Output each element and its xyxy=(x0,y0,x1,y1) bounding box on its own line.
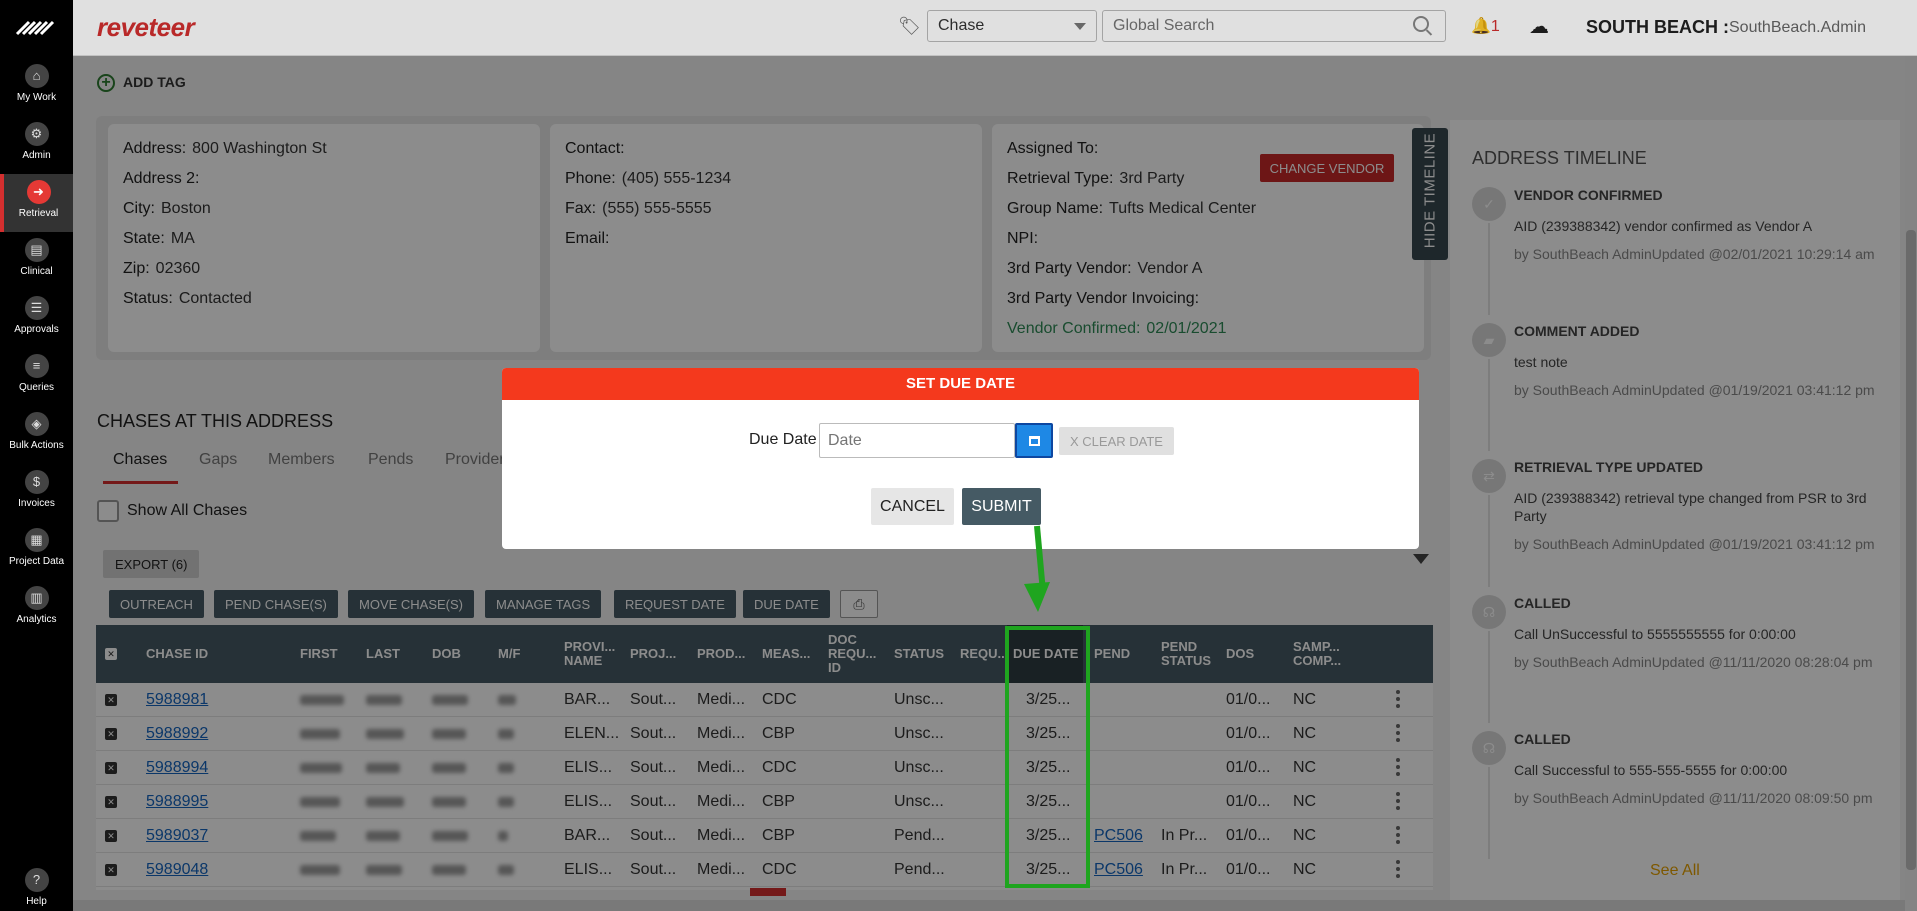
due-date-column-highlight xyxy=(1005,626,1090,888)
due-date-label: Due Date xyxy=(749,431,817,448)
nav-item-invoices[interactable]: $ Invoices xyxy=(0,464,73,522)
nav-item-label: Analytics xyxy=(16,614,57,625)
annotation-arrow xyxy=(1024,525,1050,612)
layers-icon: ◈ xyxy=(24,412,49,436)
set-due-date-modal: SET DUE DATE Due Date X CLEAR DATE CANCE… xyxy=(502,368,1419,549)
dollar-icon: $ xyxy=(24,470,49,494)
nav-item-retrieval[interactable]: ➜ Retrieval xyxy=(0,174,73,232)
checklist-icon: ☰ xyxy=(24,296,49,320)
gear-icon: ⚙ xyxy=(24,122,49,146)
list-icon: ≡ xyxy=(24,354,49,378)
nav-item-label: Bulk Actions xyxy=(9,440,64,451)
nav-item-label: Admin xyxy=(22,150,51,161)
nav-item-label: Queries xyxy=(18,382,54,393)
nav-item-label: Approvals xyxy=(14,324,59,335)
calendar-icon xyxy=(1029,436,1040,446)
submit-button[interactable]: SUBMIT xyxy=(962,488,1041,525)
logo-icon[interactable] xyxy=(15,16,57,40)
nav-item-label: Project Data xyxy=(8,556,65,567)
grid-icon: ▦ xyxy=(24,528,49,552)
nav-item-label: Clinical xyxy=(20,266,53,277)
nav-item-label: Help xyxy=(26,896,47,907)
calendar-button[interactable] xyxy=(1015,423,1053,458)
nav-item-queries[interactable]: ≡ Queries xyxy=(0,348,73,406)
modal-title: SET DUE DATE xyxy=(502,368,1419,400)
header-overlay xyxy=(73,0,1917,56)
nav-item-label: Retrieval xyxy=(18,208,59,219)
arrow-right-icon: ➜ xyxy=(26,180,51,204)
due-date-input[interactable] xyxy=(819,423,1015,458)
nav-item-my-work[interactable]: ⌂ My Work xyxy=(0,58,73,116)
left-nav: ⌂ My Work ⚙ Admin ➜ Retrieval ▤ Clinical ☰ Approv… xyxy=(0,0,73,911)
nav-item-analytics[interactable]: ▥ Analytics xyxy=(0,580,73,638)
nav-item-project-data[interactable]: ▦ Project Data xyxy=(0,522,73,580)
help-icon: ? xyxy=(24,868,49,892)
nav-item-admin[interactable]: ⚙ Admin xyxy=(0,116,73,174)
nav-item-help[interactable]: ? Help xyxy=(0,862,73,911)
clear-date-button[interactable]: X CLEAR DATE xyxy=(1059,427,1174,455)
nav-item-clinical[interactable]: ▤ Clinical xyxy=(0,232,73,290)
nav-item-label: My Work xyxy=(16,92,57,103)
cancel-button[interactable]: CANCEL xyxy=(871,488,954,525)
home-icon: ⌂ xyxy=(24,64,49,88)
nav-item-approvals[interactable]: ☰ Approvals xyxy=(0,290,73,348)
clipboard-icon: ▤ xyxy=(24,238,49,262)
bar-chart-icon: ▥ xyxy=(24,586,49,610)
nav-item-label: Invoices xyxy=(18,498,55,509)
nav-item-bulk-actions[interactable]: ◈ Bulk Actions xyxy=(0,406,73,464)
